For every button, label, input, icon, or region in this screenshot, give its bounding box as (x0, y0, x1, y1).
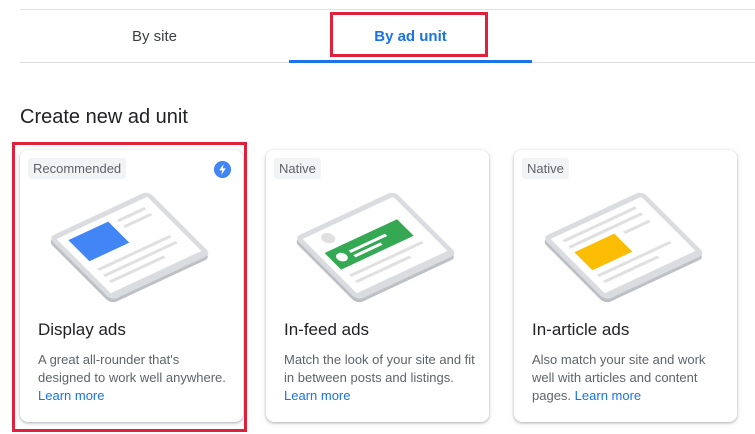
native-badge: Native (274, 158, 321, 179)
in-article-ads-card[interactable]: Native In-article ads Also match your si… (514, 150, 737, 422)
tab-highlight-annotation (330, 12, 488, 57)
card-title: In-article ads (532, 320, 630, 339)
learn-more-link[interactable]: Learn more (575, 388, 641, 403)
section-title: Create new ad unit (20, 106, 188, 128)
in-feed-ads-illustration (296, 192, 455, 303)
in-article-ads-illustration (544, 192, 703, 303)
learn-more-link[interactable]: Learn more (284, 388, 350, 403)
card-highlight-annotation (12, 142, 247, 432)
tab-by-site[interactable]: By site (20, 10, 289, 62)
card-description: Also match your site and work well with … (532, 352, 706, 403)
in-feed-ads-card[interactable]: Native In-feed ads Match the look of you… (266, 150, 489, 422)
native-badge: Native (522, 158, 569, 179)
tab-by-site-label: By site (131, 27, 177, 45)
card-description: Match the look of your site and fit in b… (284, 352, 475, 403)
card-title: In-feed ads (284, 320, 370, 339)
active-tab-indicator (289, 60, 532, 63)
